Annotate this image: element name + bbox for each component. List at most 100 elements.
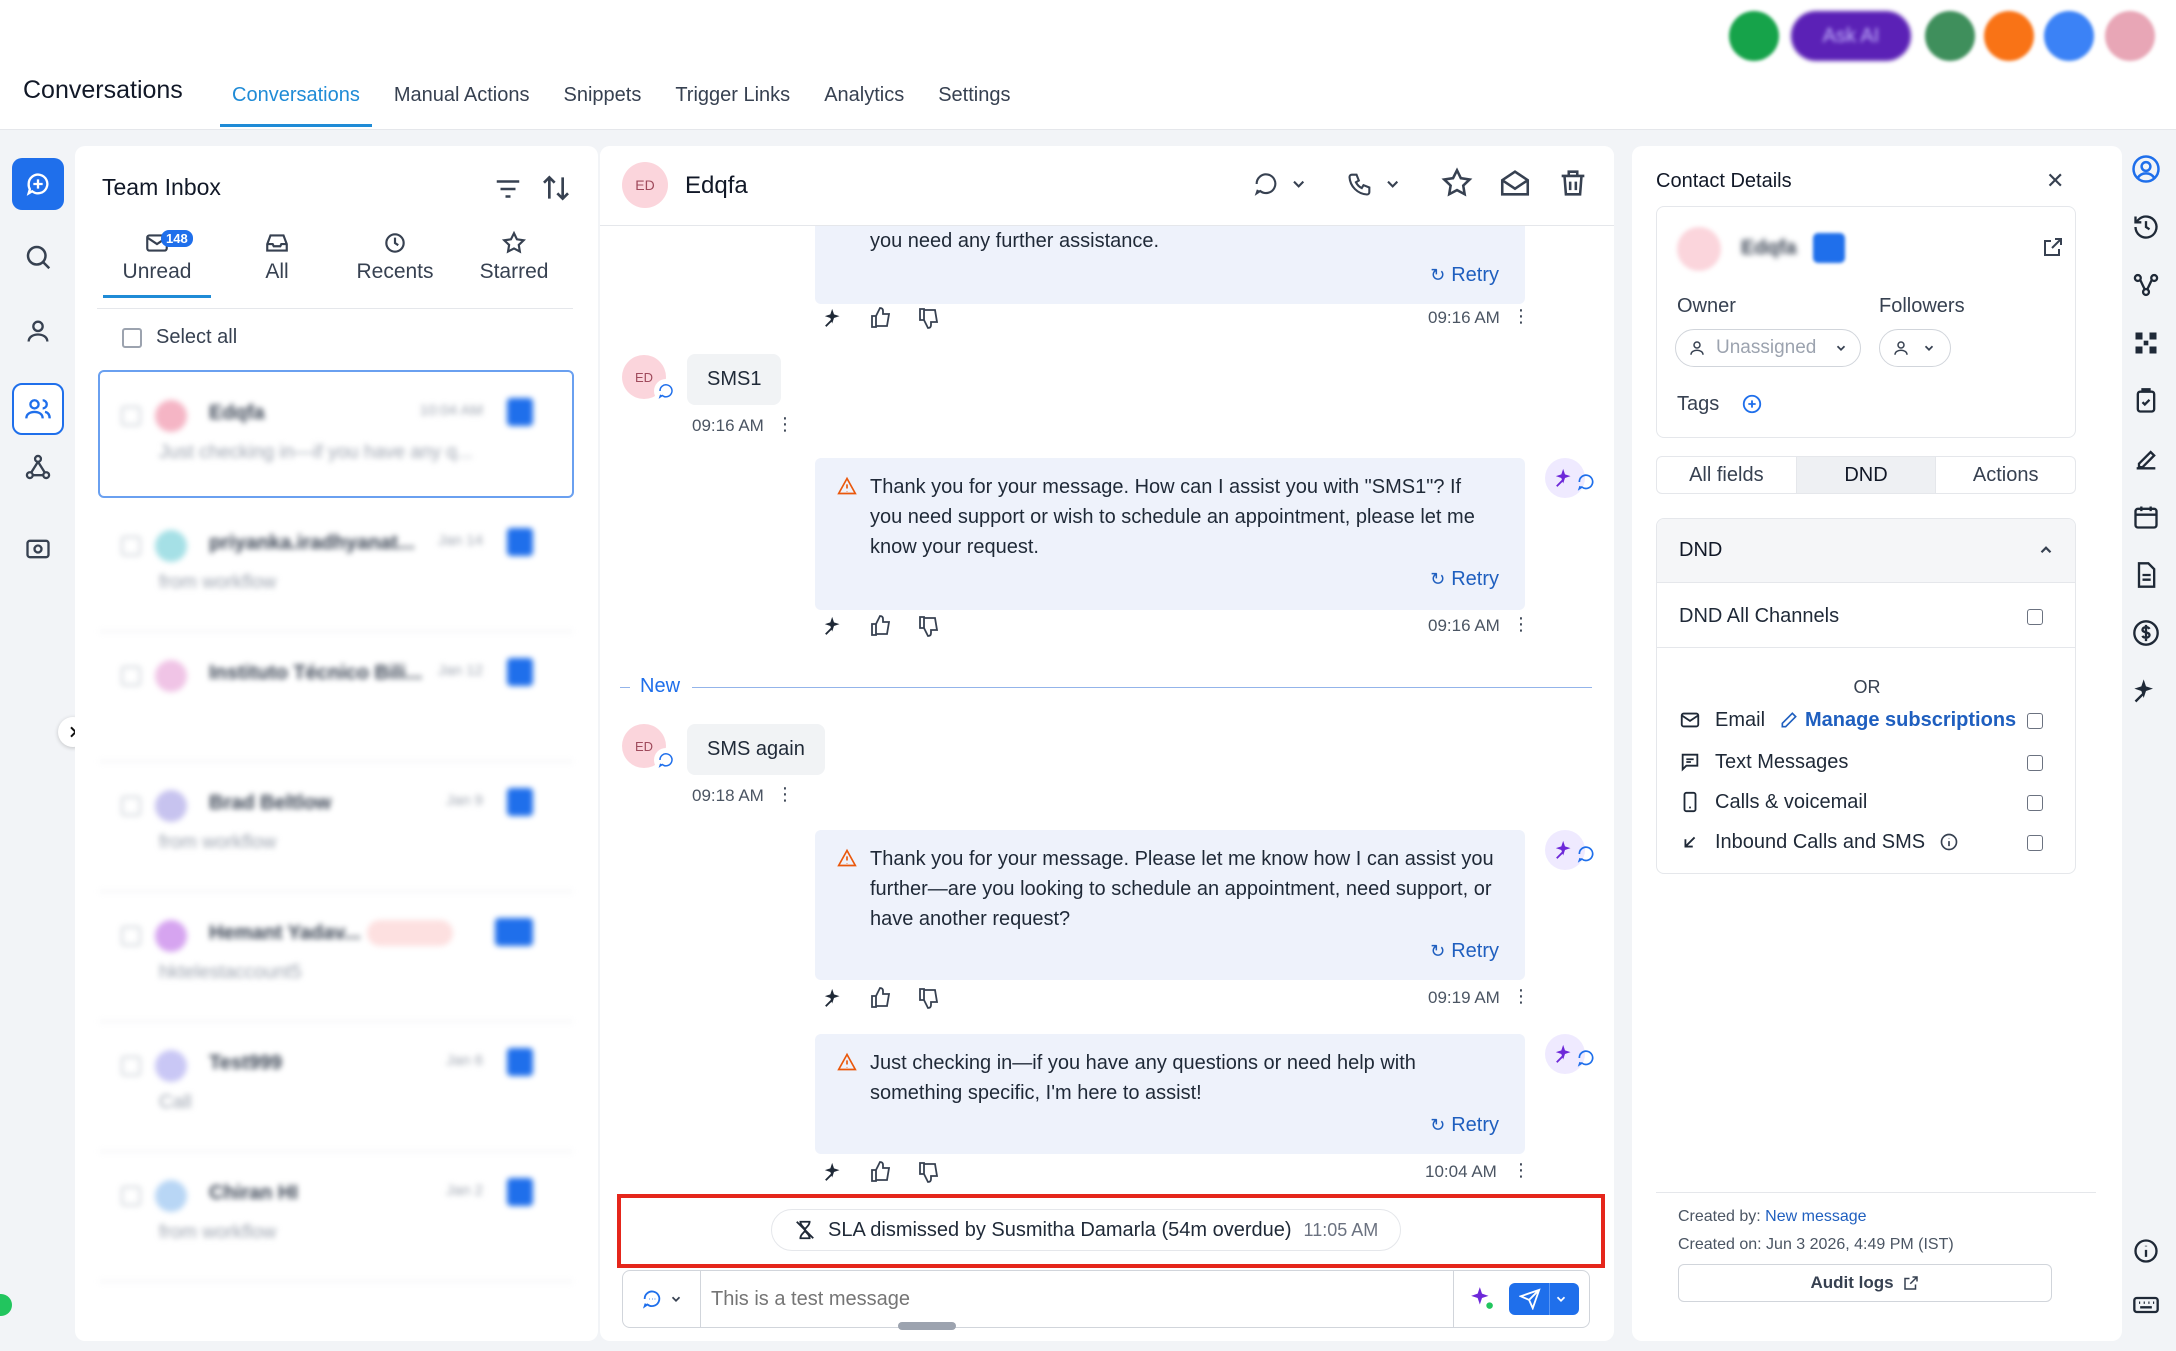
ai-assist-icon[interactable]: [1469, 1285, 1495, 1311]
chevron-up-icon[interactable]: [2037, 541, 2055, 559]
pipeline-icon[interactable]: [2128, 267, 2164, 303]
add-tag-icon[interactable]: [1741, 393, 1763, 415]
thumbs-up-icon[interactable]: [869, 986, 893, 1010]
list-item[interactable]: Edqfa 10:04 AM Just checking in—if you h…: [99, 372, 573, 502]
retry-button[interactable]: ↻ Retry: [1430, 940, 1499, 963]
retry-button[interactable]: ↻ Retry: [1430, 568, 1499, 591]
history-icon[interactable]: [2128, 209, 2164, 245]
dnd-text-checkbox[interactable]: [2027, 755, 2043, 771]
list-item[interactable]: Hemant Yadav... hktelestaccount5: [99, 892, 573, 1022]
send-button[interactable]: [1509, 1283, 1579, 1315]
more-icon[interactable]: ⋮: [776, 784, 794, 805]
list-item[interactable]: priyanka.iradhyanat... Jan 14 from workf…: [99, 502, 573, 632]
ai-sparkle-icon[interactable]: [823, 307, 845, 329]
tab-conversations[interactable]: Conversations: [220, 60, 372, 130]
created-by-value[interactable]: New message: [1765, 1208, 1866, 1225]
external-link-icon[interactable]: [2041, 235, 2065, 259]
info-icon[interactable]: [2128, 1233, 2164, 1269]
calendar-icon[interactable]: [2128, 499, 2164, 535]
inbox-tab-all[interactable]: All: [227, 226, 327, 294]
owner-select[interactable]: Unassigned: [1675, 329, 1861, 367]
retry-button[interactable]: ↻ Retry: [1430, 1114, 1499, 1137]
channel-select-icon[interactable]: [1252, 166, 1308, 202]
ai-sparkle-icon[interactable]: [823, 1161, 845, 1183]
thumbs-down-icon[interactable]: [917, 986, 941, 1010]
search-icon[interactable]: [12, 231, 64, 283]
more-icon[interactable]: ⋮: [776, 414, 794, 435]
followers-select[interactable]: [1879, 329, 1951, 367]
alerts-button[interactable]: [1984, 11, 2034, 61]
manage-subscriptions-link[interactable]: Manage subscriptions: [1779, 709, 2016, 732]
phone-button[interactable]: [1729, 11, 1779, 61]
ask-ai-button[interactable]: Ask AI: [1791, 11, 1911, 61]
preview-icon[interactable]: [12, 523, 64, 575]
more-icon[interactable]: ⋮: [1512, 614, 1530, 635]
audit-logs-button[interactable]: Audit logs: [1678, 1264, 2052, 1302]
tasks-icon[interactable]: [2128, 383, 2164, 419]
help-button[interactable]: [2044, 11, 2094, 61]
more-icon[interactable]: ⋮: [1512, 1160, 1530, 1181]
tab-all-fields[interactable]: All fields: [1657, 457, 1796, 493]
integrations-icon[interactable]: [2128, 325, 2164, 361]
select-all-checkbox[interactable]: [122, 327, 142, 348]
tab-snippets[interactable]: Snippets: [551, 60, 653, 130]
inbox-tab-unread[interactable]: 148 Unread: [103, 226, 211, 298]
thumbs-down-icon[interactable]: [917, 306, 941, 330]
thumbs-down-icon[interactable]: [917, 1160, 941, 1184]
tab-dnd[interactable]: DND: [1795, 457, 1937, 493]
thumbs-up-icon[interactable]: [869, 614, 893, 638]
list-item[interactable]: Brad Beltlow Jan 9 from workflow: [99, 762, 573, 892]
tab-trigger-links[interactable]: Trigger Links: [663, 60, 802, 130]
notes-icon[interactable]: [2128, 441, 2164, 477]
ai-sparkle-icon[interactable]: [823, 987, 845, 1009]
list-item[interactable]: Test999 Jan 6 Call: [99, 1022, 573, 1152]
dnd-all-checkbox[interactable]: [2027, 609, 2043, 625]
contact-profile-icon[interactable]: [2128, 151, 2164, 187]
inbox-tab-starred[interactable]: Starred: [464, 226, 564, 294]
dnd-inbound-checkbox[interactable]: [2027, 835, 2043, 851]
list-item[interactable]: Instituto Técnico Bili... Jan 12: [99, 632, 573, 762]
more-icon[interactable]: ⋮: [1512, 306, 1530, 327]
workflow-icon[interactable]: [12, 441, 64, 493]
filter-icon[interactable]: [493, 174, 523, 204]
team-inbox-icon[interactable]: [12, 383, 64, 435]
mark-read-icon[interactable]: [1498, 166, 1532, 200]
sort-icon[interactable]: [540, 172, 572, 204]
dnd-calls-checkbox[interactable]: [2027, 795, 2043, 811]
close-icon[interactable]: ✕: [2046, 168, 2064, 194]
new-conversation-icon[interactable]: [12, 158, 64, 210]
contact-icon[interactable]: [12, 305, 64, 357]
document-icon[interactable]: [2128, 557, 2164, 593]
tab-settings[interactable]: Settings: [926, 60, 1022, 130]
dnd-email-checkbox[interactable]: [2027, 713, 2043, 729]
tab-actions[interactable]: Actions: [1936, 457, 2075, 493]
row-date: Jan 12: [437, 662, 483, 679]
list-item[interactable]: Chiran HI Jan 2 from workflow: [99, 1152, 573, 1282]
composer-channel-select[interactable]: [623, 1271, 701, 1327]
select-all[interactable]: Select all: [122, 326, 237, 349]
resize-handle[interactable]: [898, 1322, 956, 1330]
tab-manual-actions[interactable]: Manual Actions: [382, 60, 542, 130]
thumbs-up-icon[interactable]: [869, 306, 893, 330]
inbox-tab-recents[interactable]: Recents: [345, 226, 445, 294]
notifications-app-button[interactable]: [1925, 11, 1975, 61]
message-actions: [823, 614, 941, 638]
message-input[interactable]: [711, 1283, 1361, 1315]
ai-sparkle-icon[interactable]: [2128, 673, 2164, 709]
thumbs-down-icon[interactable]: [917, 614, 941, 638]
user-avatar[interactable]: [2105, 11, 2155, 61]
keyboard-icon[interactable]: [2128, 1287, 2164, 1323]
message-actions: [823, 306, 941, 330]
ai-sparkle-icon[interactable]: [823, 615, 845, 637]
tab-analytics[interactable]: Analytics: [812, 60, 916, 130]
star-icon[interactable]: [1440, 166, 1474, 200]
call-icon[interactable]: [1346, 166, 1402, 202]
retry-button[interactable]: ↻ Retry: [1430, 264, 1499, 287]
divider: [1657, 647, 2075, 648]
thumbs-up-icon[interactable]: [869, 1160, 893, 1184]
trash-icon[interactable]: [1556, 166, 1590, 200]
contact-tabs: All fields DND Actions: [1656, 456, 2076, 494]
more-icon[interactable]: ⋮: [1512, 986, 1530, 1007]
payments-icon[interactable]: [2128, 615, 2164, 651]
info-icon[interactable]: [1939, 832, 1959, 852]
